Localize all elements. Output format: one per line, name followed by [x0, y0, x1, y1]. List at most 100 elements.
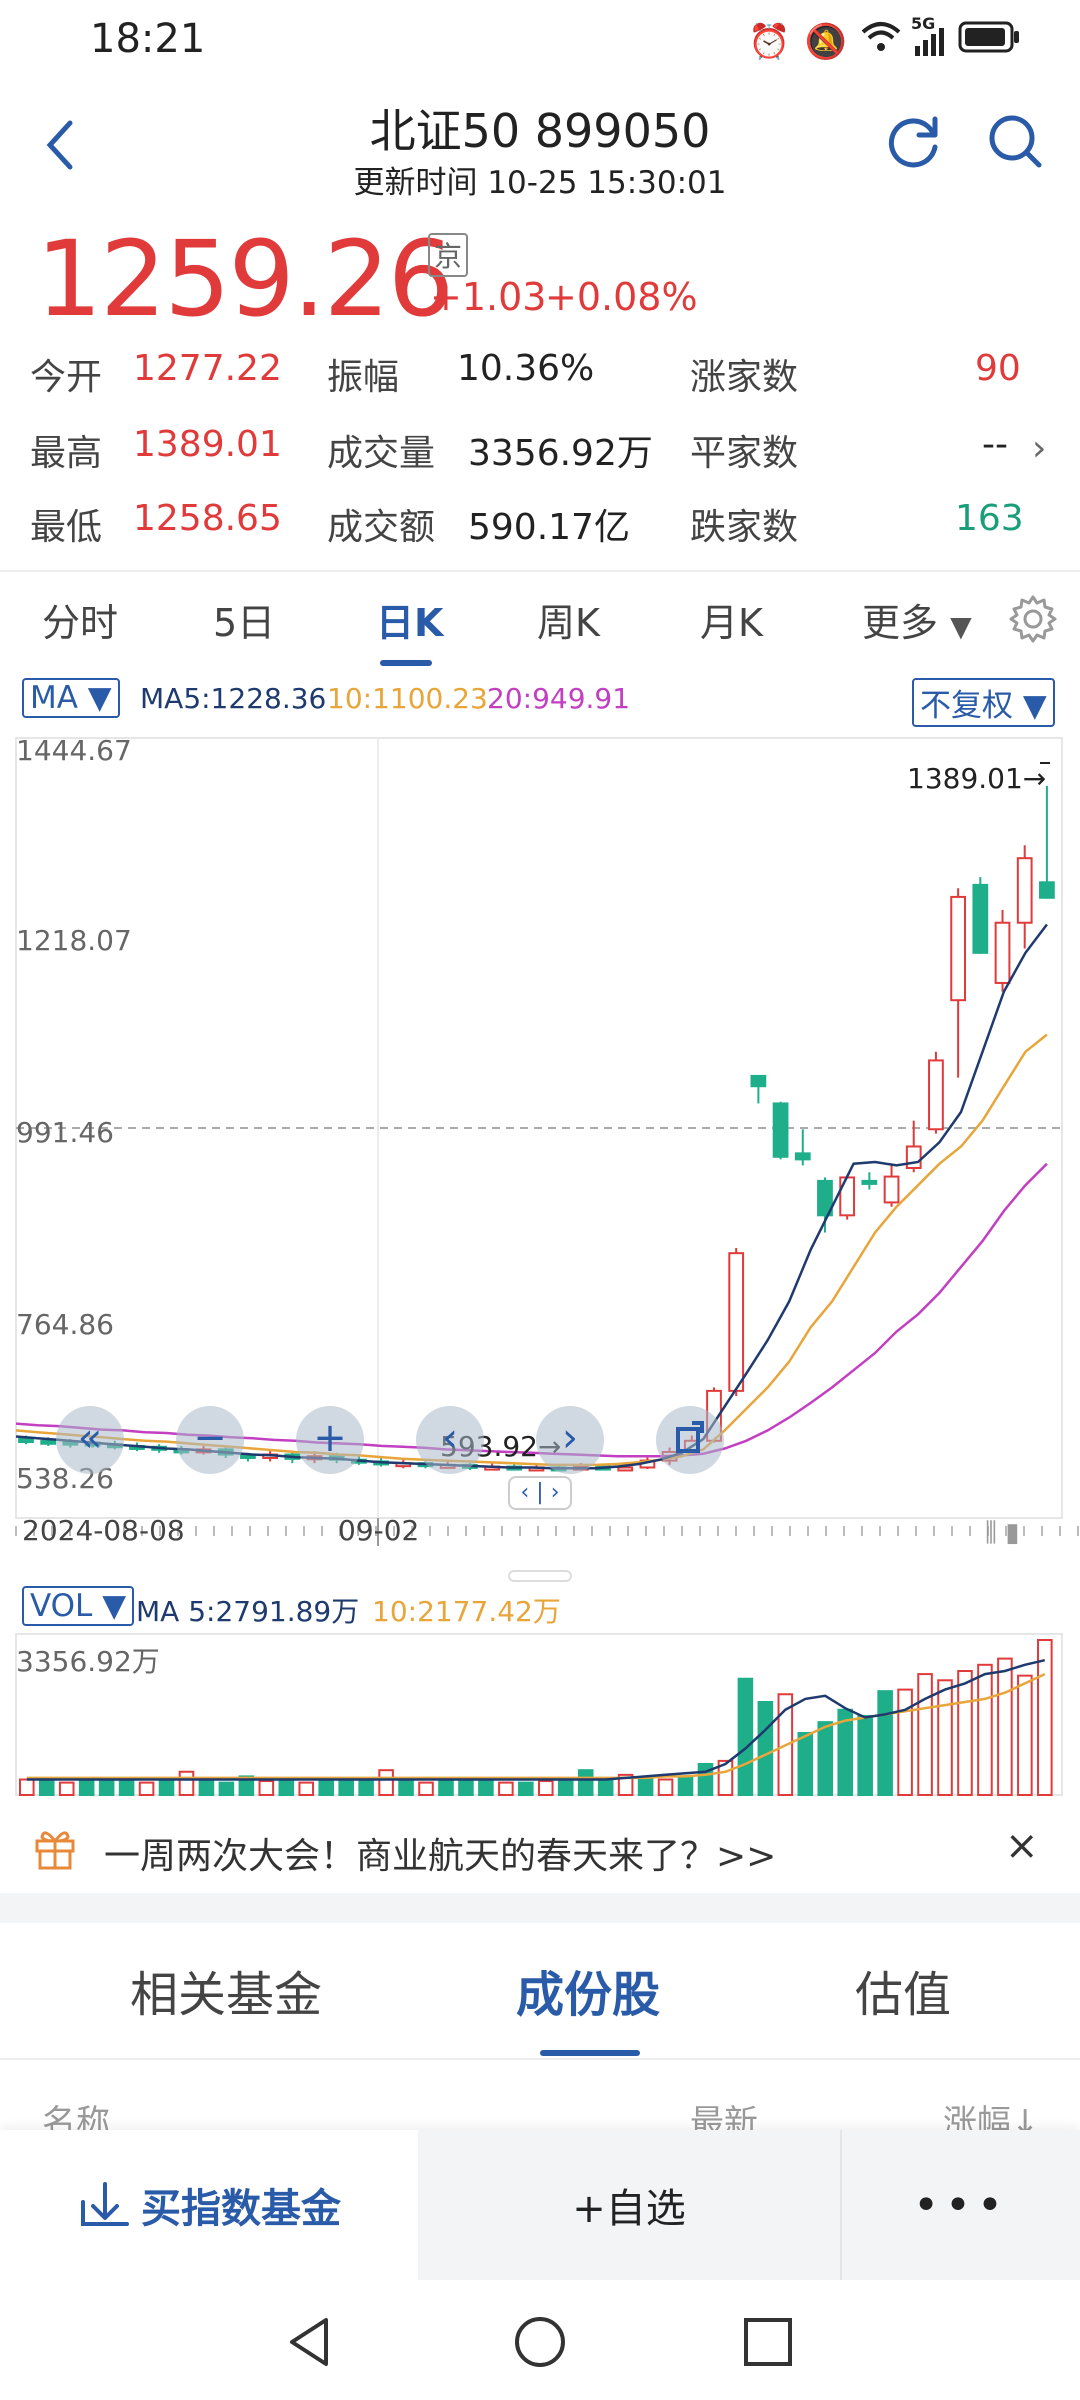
nav-recents-button[interactable]	[742, 2316, 794, 2372]
gear-icon	[1009, 595, 1057, 643]
volume-bar	[78, 1780, 95, 1797]
wifi-icon	[861, 20, 901, 63]
nav-home-button[interactable]	[512, 2314, 568, 2374]
stat-value-volume: 3356.92万	[468, 433, 653, 474]
volume-bar	[677, 1775, 694, 1796]
ma-indicator-button[interactable]: MA ▼	[22, 678, 120, 718]
ma10-value: 10:1100.23	[327, 682, 488, 715]
zoom-out-button[interactable]: −	[176, 1406, 244, 1474]
more-button[interactable]: •••	[840, 2130, 1080, 2280]
volume-bar	[937, 1679, 953, 1796]
buy-index-fund-label: 买指数基金	[141, 2186, 341, 2232]
refresh-icon	[888, 116, 938, 168]
scroll-left-fast-button[interactable]: «	[56, 1406, 124, 1474]
volume-bar	[957, 1670, 973, 1796]
tab-weekly-k[interactable]: 周K	[537, 592, 600, 647]
tab-5day[interactable]: 5日	[213, 592, 275, 647]
settings-button[interactable]	[1008, 594, 1058, 653]
stat-value-amplitude: 10.36%	[457, 348, 595, 389]
ma5-value: MA5:1228.36	[140, 682, 327, 715]
volume-bar	[278, 1778, 295, 1796]
scroll-handle[interactable]: ‹ | ›	[508, 1476, 572, 1510]
candle-body	[972, 883, 989, 954]
stat-value-open: 1277.22	[133, 348, 282, 389]
tab-more-label: 更多	[862, 601, 939, 645]
section-divider	[0, 1893, 1080, 1923]
volume-bar	[218, 1781, 235, 1797]
volume-bar	[38, 1780, 55, 1797]
fullscreen-icon[interactable]: ⫼ ▮	[985, 1518, 1020, 1549]
volume-bar	[478, 1780, 494, 1797]
refresh-button[interactable]	[885, 111, 945, 175]
volume-bar	[418, 1781, 434, 1797]
tab-more[interactable]: 更多 ▼	[862, 592, 972, 647]
stat-value-advancers: 90	[975, 348, 1021, 389]
candle-body	[794, 1152, 811, 1161]
candle-body	[839, 1176, 856, 1217]
candle-body	[1016, 857, 1033, 924]
scroll-left-button[interactable]: ‹	[416, 1406, 484, 1474]
close-promo-button[interactable]: ×	[1005, 1823, 1039, 1869]
volume-bar	[438, 1778, 454, 1796]
adjust-button-label: 不复权	[920, 688, 1013, 724]
status-bar: 18:21 ⏰ 🔕 5G	[0, 0, 1080, 80]
volume-bar	[997, 1657, 1013, 1796]
stat-label-advancers: 涨家数	[690, 357, 799, 398]
vol-ma10-value: 10:2177.42万	[372, 1595, 561, 1628]
alarm-icon: ⏰	[748, 21, 791, 62]
signal-icon: 5G	[911, 14, 944, 56]
volume-bar	[378, 1769, 394, 1796]
chevron-right-icon[interactable]: ›	[1032, 428, 1046, 469]
reset-button[interactable]	[656, 1406, 724, 1474]
scroll-right-button[interactable]: ›	[536, 1406, 604, 1474]
volume-bar	[737, 1677, 754, 1796]
mute-icon: 🔕	[804, 21, 847, 62]
nav-back-button[interactable]	[282, 2314, 338, 2374]
volume-bar	[178, 1770, 195, 1796]
system-nav-bar	[0, 2280, 1080, 2400]
tab-valuation[interactable]: 估值	[855, 1955, 951, 2025]
promo-text[interactable]: 一周两次大会！商业航天的春天来了？>>	[104, 1827, 776, 1879]
search-button[interactable]	[985, 111, 1045, 175]
price-change-pct: +0.08%	[545, 275, 698, 319]
volume-bar	[538, 1780, 554, 1797]
add-watchlist-button[interactable]: +自选	[418, 2130, 840, 2280]
vol-ma5-value: MA 5:2791.89万	[136, 1595, 360, 1628]
volume-drag-handle[interactable]	[508, 1570, 572, 1582]
tab-monthly-k[interactable]: 月K	[700, 592, 763, 647]
max-marker: 1389.01→	[907, 762, 1047, 795]
battery-icon	[958, 21, 1020, 62]
y-label-2: 1218.07	[16, 924, 132, 957]
zoom-in-button[interactable]: +	[296, 1406, 364, 1474]
volume-bar	[817, 1721, 834, 1796]
tab-daily-k[interactable]: 日K	[376, 592, 443, 647]
x-label-start: 2024-08-08	[22, 1514, 185, 1547]
volume-bar	[398, 1780, 414, 1797]
volume-bar	[318, 1780, 334, 1797]
tab-constituents[interactable]: 成份股	[516, 1955, 660, 2025]
reset-icon	[676, 1421, 704, 1453]
ma20-line	[15, 1162, 1048, 1458]
ma20-value: 20:949.91	[487, 682, 631, 715]
volume-bar	[19, 1778, 35, 1796]
volume-canvas[interactable]	[0, 1630, 1080, 1810]
tab-intraday[interactable]: 分时	[42, 592, 118, 647]
vol-indicator-button[interactable]: VOL ▼	[22, 1586, 135, 1626]
stat-value-turnover: 590.17亿	[468, 507, 630, 548]
volume-bar	[597, 1778, 614, 1796]
volume-bar	[557, 1780, 574, 1797]
volume-bar	[857, 1714, 873, 1796]
promo-banner[interactable]: 一周两次大会！商业航天的春天来了？>> ×	[0, 1805, 1080, 1893]
volume-bar	[258, 1780, 275, 1797]
header: 北证50 899050 更新时间 10-25 15:30:01	[0, 85, 1080, 205]
candle-body	[883, 1175, 900, 1204]
price-change: +1.03	[430, 275, 547, 319]
adjust-button[interactable]: 不复权 ▼	[912, 678, 1055, 727]
volume-bar	[358, 1778, 374, 1796]
network-label: 5G	[911, 13, 936, 33]
volume-bar	[118, 1780, 135, 1797]
tab-related-funds[interactable]: 相关基金	[130, 1955, 322, 2025]
buy-index-fund-button[interactable]: 买指数基金	[0, 2130, 418, 2280]
volume-bar	[897, 1688, 913, 1796]
volume-bar	[298, 1781, 315, 1797]
